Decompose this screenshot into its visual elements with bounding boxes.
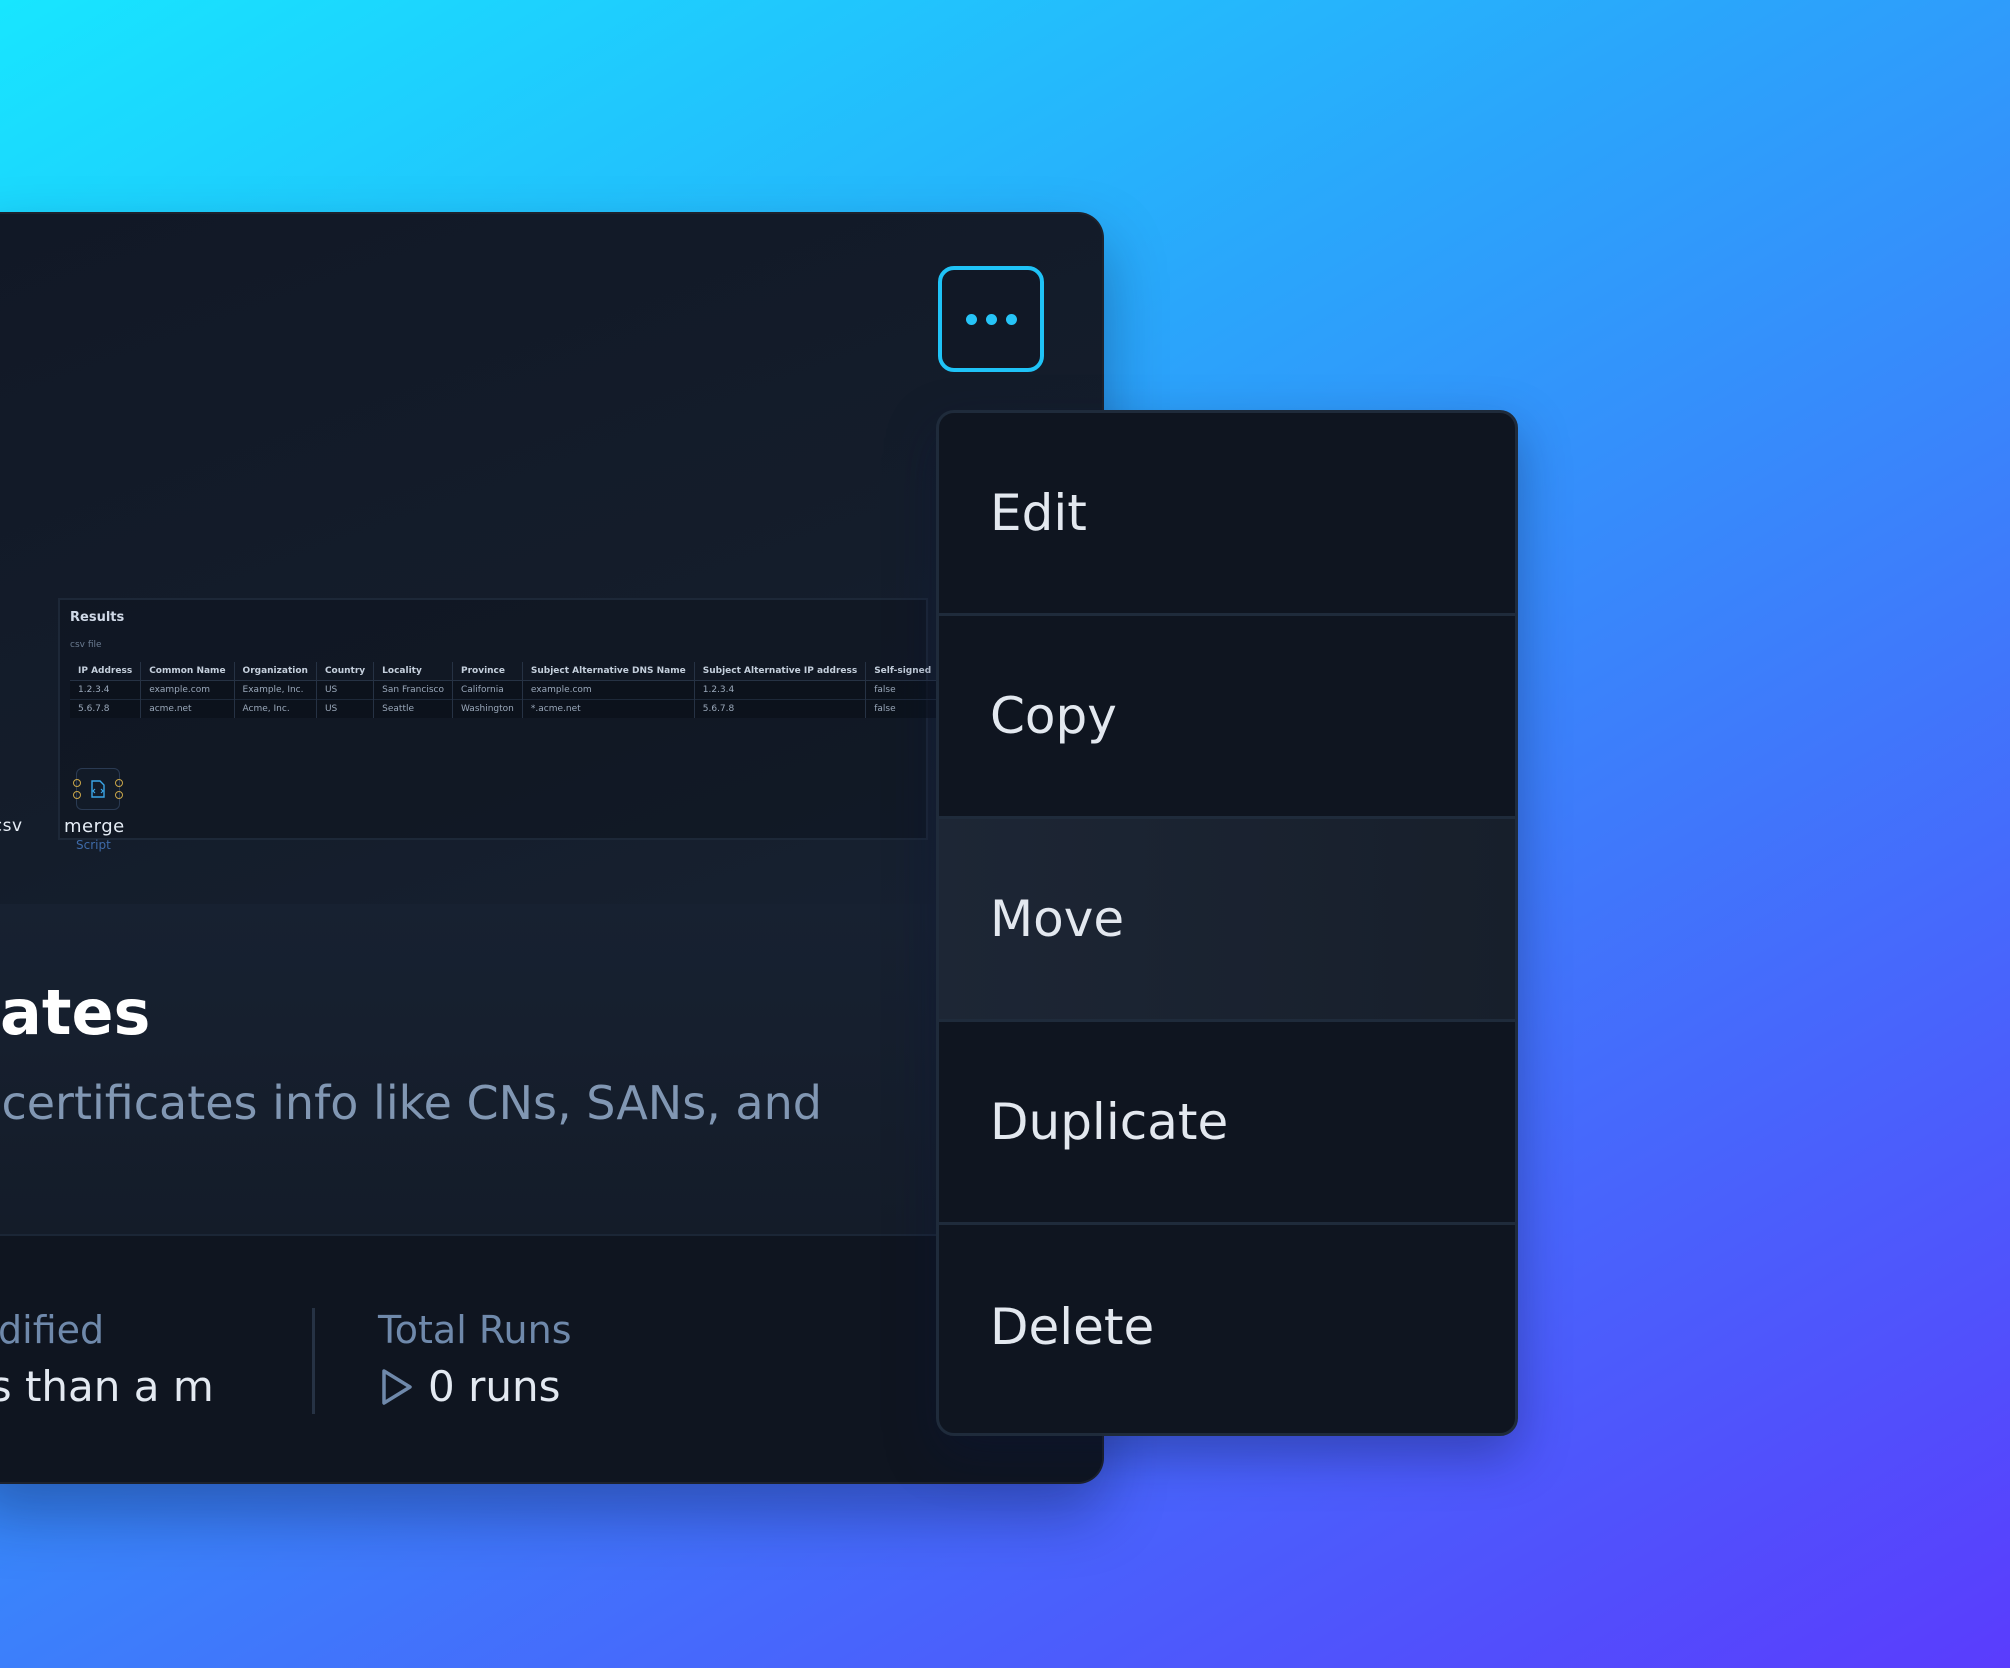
- more-options-button[interactable]: [938, 266, 1044, 372]
- script-file-icon: [91, 780, 105, 798]
- table-cell: example.com: [140, 680, 235, 700]
- workflow-title: icates: [0, 976, 151, 1049]
- workflow-description: SL certificates info like CNs, SANs, and: [0, 1076, 822, 1130]
- table-cell: example.com: [521, 680, 695, 700]
- table-cell: Washington: [451, 699, 523, 718]
- node-output-port: [115, 779, 123, 787]
- column-header: Common Name: [140, 662, 235, 681]
- total-runs-value: 0 runs: [378, 1362, 560, 1411]
- context-menu: Edit Copy Move Duplicate Delete: [936, 410, 1518, 1436]
- column-header: IP Address: [70, 662, 141, 681]
- node-output-port: [115, 791, 123, 799]
- menu-item-delete[interactable]: Delete: [939, 1225, 1515, 1428]
- table-cell: 1.2.3.4: [693, 680, 866, 700]
- menu-item-edit[interactable]: Edit: [939, 413, 1515, 616]
- table-cell: Seattle: [373, 699, 453, 718]
- table-cell: US: [315, 699, 374, 718]
- modified-label: Modified: [0, 1308, 105, 1352]
- column-header: Subject Alternative IP address: [693, 662, 866, 681]
- ellipsis-icon: [965, 313, 977, 325]
- menu-item-move[interactable]: Move: [939, 819, 1515, 1022]
- ellipsis-dot: [985, 313, 997, 325]
- column-header: Country: [315, 662, 374, 681]
- menu-item-duplicate[interactable]: Duplicate: [939, 1022, 1515, 1225]
- table-cell: 1.2.3.4: [70, 680, 141, 700]
- script-node[interactable]: [73, 768, 123, 810]
- column-header: Self-signed: [865, 662, 940, 681]
- table-row: 5.6.7.8 acme.net Acme, Inc. US Seattle W…: [70, 699, 940, 718]
- table-cell: Example, Inc.: [233, 680, 317, 700]
- menu-item-copy[interactable]: Copy: [939, 616, 1515, 819]
- stats-divider: [312, 1308, 315, 1414]
- column-header: Locality: [373, 662, 453, 681]
- table-cell: 5.6.7.8: [70, 699, 141, 718]
- results-title: Results: [70, 610, 125, 625]
- node-input-port: [73, 779, 81, 787]
- table-cell: Acme, Inc.: [233, 699, 317, 718]
- ellipsis-dot: [1005, 313, 1017, 325]
- node-type-label: Script: [76, 838, 111, 852]
- table-cell: acme.net: [140, 699, 235, 718]
- node-label-merge: merge: [64, 816, 125, 837]
- node-label-previous: te-csv: [0, 816, 23, 836]
- column-header: Province: [451, 662, 523, 681]
- node-input-port: [73, 791, 81, 799]
- modified-value: ess than a m: [0, 1362, 214, 1411]
- table-cell: California: [451, 680, 523, 700]
- table-header-row: IP Address Common Name Organization Coun…: [70, 662, 940, 681]
- table-cell: false: [865, 680, 940, 700]
- results-table: IP Address Common Name Organization Coun…: [70, 662, 940, 718]
- results-subtitle: csv file: [70, 640, 102, 650]
- table-cell: 5.6.7.8: [693, 699, 866, 718]
- table-cell: US: [315, 680, 374, 700]
- table-cell: San Francisco: [373, 680, 453, 700]
- column-header: Subject Alternative DNS Name: [521, 662, 695, 681]
- column-header: Organization: [233, 662, 317, 681]
- table-row: 1.2.3.4 example.com Example, Inc. US San…: [70, 680, 940, 700]
- total-runs-label: Total Runs: [378, 1308, 572, 1352]
- results-panel: Results csv file IP Address Common Name …: [58, 598, 940, 840]
- table-cell: *.acme.net: [521, 699, 695, 718]
- play-icon: [382, 1368, 412, 1405]
- runs-count: 0 runs: [428, 1362, 561, 1411]
- table-cell: false: [865, 699, 940, 718]
